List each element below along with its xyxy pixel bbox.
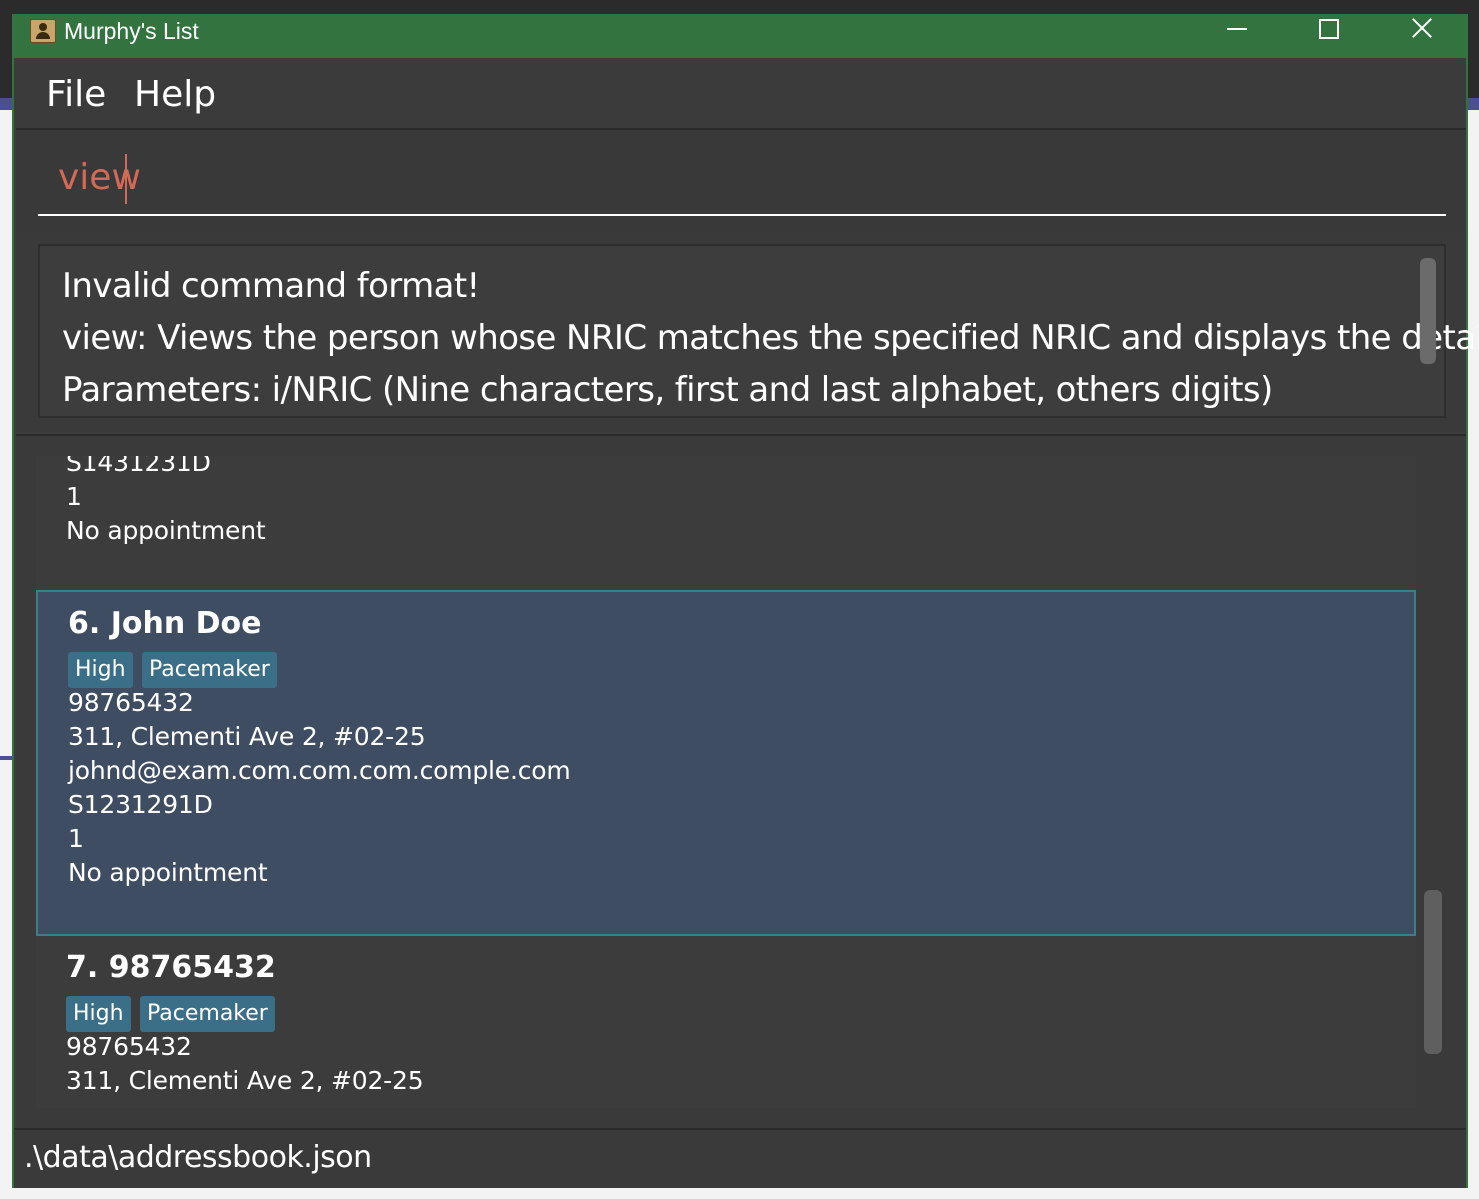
title-bar[interactable]: Murphy's List (12, 14, 1468, 58)
card-name: 6. John Doe (68, 606, 262, 641)
menu-help[interactable]: Help (134, 74, 216, 115)
person-card[interactable]: 7. 98765432 High Pacemaker 98765432 311,… (36, 936, 1416, 1108)
close-button[interactable] (1374, 14, 1466, 54)
result-line: Invalid command format! (62, 266, 480, 306)
result-display[interactable]: Invalid command format! view: Views the … (38, 244, 1479, 418)
save-location-path: .\data\addressbook.json (24, 1140, 372, 1175)
result-scrollbar[interactable] (1420, 258, 1436, 364)
person-card-selected[interactable]: 6. John Doe High Pacemaker 98765432 311,… (36, 590, 1416, 936)
menu-bar: File Help (14, 58, 1466, 128)
minimize-icon (1227, 28, 1247, 30)
list-scrollbar[interactable] (1424, 890, 1442, 1054)
card-appointment: No appointment (68, 858, 268, 887)
result-display-pane: Invalid command format! view: Views the … (16, 232, 1479, 432)
card-ward: 1 (66, 482, 82, 511)
card-address: 311, Clementi Ave 2, #02-25 (66, 1066, 424, 1095)
person-list[interactable]: S1431231D 1 No appointment 6. John Doe H… (36, 456, 1416, 1108)
text-caret (125, 154, 127, 204)
card-name: 7. 98765432 (66, 950, 276, 985)
tag-condition: Pacemaker (142, 652, 277, 688)
card-ward: 1 (68, 824, 84, 853)
person-list-pane: S1431231D 1 No appointment 6. John Doe H… (16, 434, 1466, 1130)
status-bar: .\data\addressbook.json (14, 1128, 1466, 1188)
tag-condition: Pacemaker (140, 996, 275, 1032)
card-nric: S1231291D (68, 790, 213, 819)
minimize-button[interactable] (1190, 14, 1282, 54)
command-input[interactable] (38, 142, 1446, 216)
menu-file[interactable]: File (46, 74, 106, 115)
card-address: 311, Clementi Ave 2, #02-25 (68, 722, 426, 751)
window-title: Murphy's List (64, 18, 199, 44)
person-card[interactable]: S1431231D 1 No appointment (36, 456, 1416, 594)
address-book-icon (30, 19, 56, 43)
card-email: johnd@exam.com.com.com.comple.com (68, 756, 571, 785)
result-line: Parameters: i/NRIC (Nine characters, fir… (62, 370, 1273, 410)
card-nric: S1431231D (66, 456, 211, 477)
result-line: view: Views the person whose NRIC matche… (62, 318, 1479, 358)
card-appointment: No appointment (66, 516, 266, 545)
card-phone: 98765432 (68, 688, 194, 717)
maximize-icon (1319, 19, 1339, 39)
app-window: Murphy's List File Help Invalid command … (12, 14, 1479, 1188)
card-phone: 98765432 (66, 1032, 192, 1061)
tag-priority: High (66, 996, 131, 1032)
tag-priority: High (68, 652, 133, 688)
command-box (16, 128, 1466, 234)
maximize-button[interactable] (1282, 14, 1374, 54)
